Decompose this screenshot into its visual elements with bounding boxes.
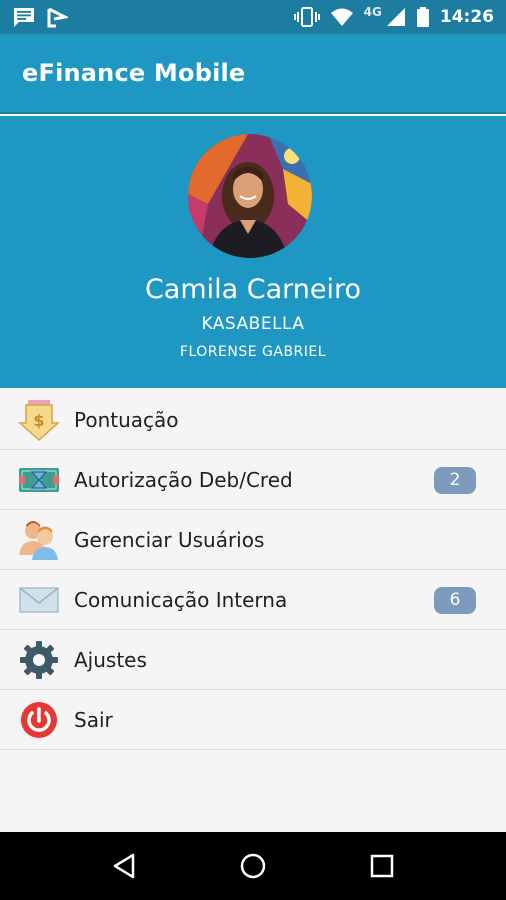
profile-company: KASABELLA xyxy=(201,314,305,334)
count-badge: 6 xyxy=(434,587,476,614)
status-bar: 4G 14:26 xyxy=(0,0,506,34)
signal-icon xyxy=(386,8,405,26)
menu-item-ajustes[interactable]: Ajustes xyxy=(0,630,506,690)
dollar-arrow-icon: $ xyxy=(18,400,60,441)
home-icon xyxy=(240,853,266,879)
users-icon xyxy=(19,521,58,560)
power-icon xyxy=(21,702,57,738)
gear-icon xyxy=(20,641,58,679)
battery-icon xyxy=(416,7,429,27)
menu-item-pontuacao[interactable]: $ Pontuação xyxy=(0,390,506,450)
message-icon xyxy=(14,8,34,27)
avatar[interactable] xyxy=(188,134,312,258)
menu-item-comunicacao-interna[interactable]: Comunicação Interna 6 xyxy=(0,570,506,630)
status-time: 14:26 xyxy=(439,7,494,27)
system-nav-bar xyxy=(0,832,506,900)
svg-text:$: $ xyxy=(33,411,44,430)
menu-label: Sair xyxy=(74,708,113,732)
menu-item-gerenciar-usuarios[interactable]: Gerenciar Usuários xyxy=(0,510,506,570)
home-button[interactable] xyxy=(233,846,273,886)
app-notification-icon xyxy=(47,7,68,28)
profile-header: Camila Carneiro KASABELLA FLORENSE GABRI… xyxy=(0,116,506,388)
profile-subtitle: FLORENSE GABRIEL xyxy=(179,344,327,360)
count-badge: 2 xyxy=(434,467,476,494)
network-type: 4G xyxy=(363,5,382,19)
back-button[interactable] xyxy=(104,846,144,886)
recents-button[interactable] xyxy=(362,846,402,886)
envelope-icon xyxy=(19,587,59,613)
money-hourglass-icon xyxy=(19,468,59,492)
vibrate-icon xyxy=(293,7,320,27)
menu-label: Autorização Deb/Cred xyxy=(74,468,293,492)
menu-label: Pontuação xyxy=(74,408,179,432)
wifi-icon xyxy=(330,8,353,26)
app-bar: eFinance Mobile xyxy=(0,34,506,114)
profile-name: Camila Carneiro xyxy=(144,274,362,305)
avatar-photo xyxy=(188,134,312,258)
menu-item-autorizacao[interactable]: Autorização Deb/Cred 2 xyxy=(0,450,506,510)
app-title: eFinance Mobile xyxy=(22,59,246,87)
navigation-menu: $ Pontuação Autorização Deb/Cred 2 Geren… xyxy=(0,390,506,832)
menu-label: Ajustes xyxy=(74,648,147,672)
recents-icon xyxy=(370,854,393,878)
menu-label: Comunicação Interna xyxy=(74,588,288,612)
menu-item-sair[interactable]: Sair xyxy=(0,690,506,750)
back-icon xyxy=(114,853,135,879)
menu-label: Gerenciar Usuários xyxy=(74,528,265,552)
